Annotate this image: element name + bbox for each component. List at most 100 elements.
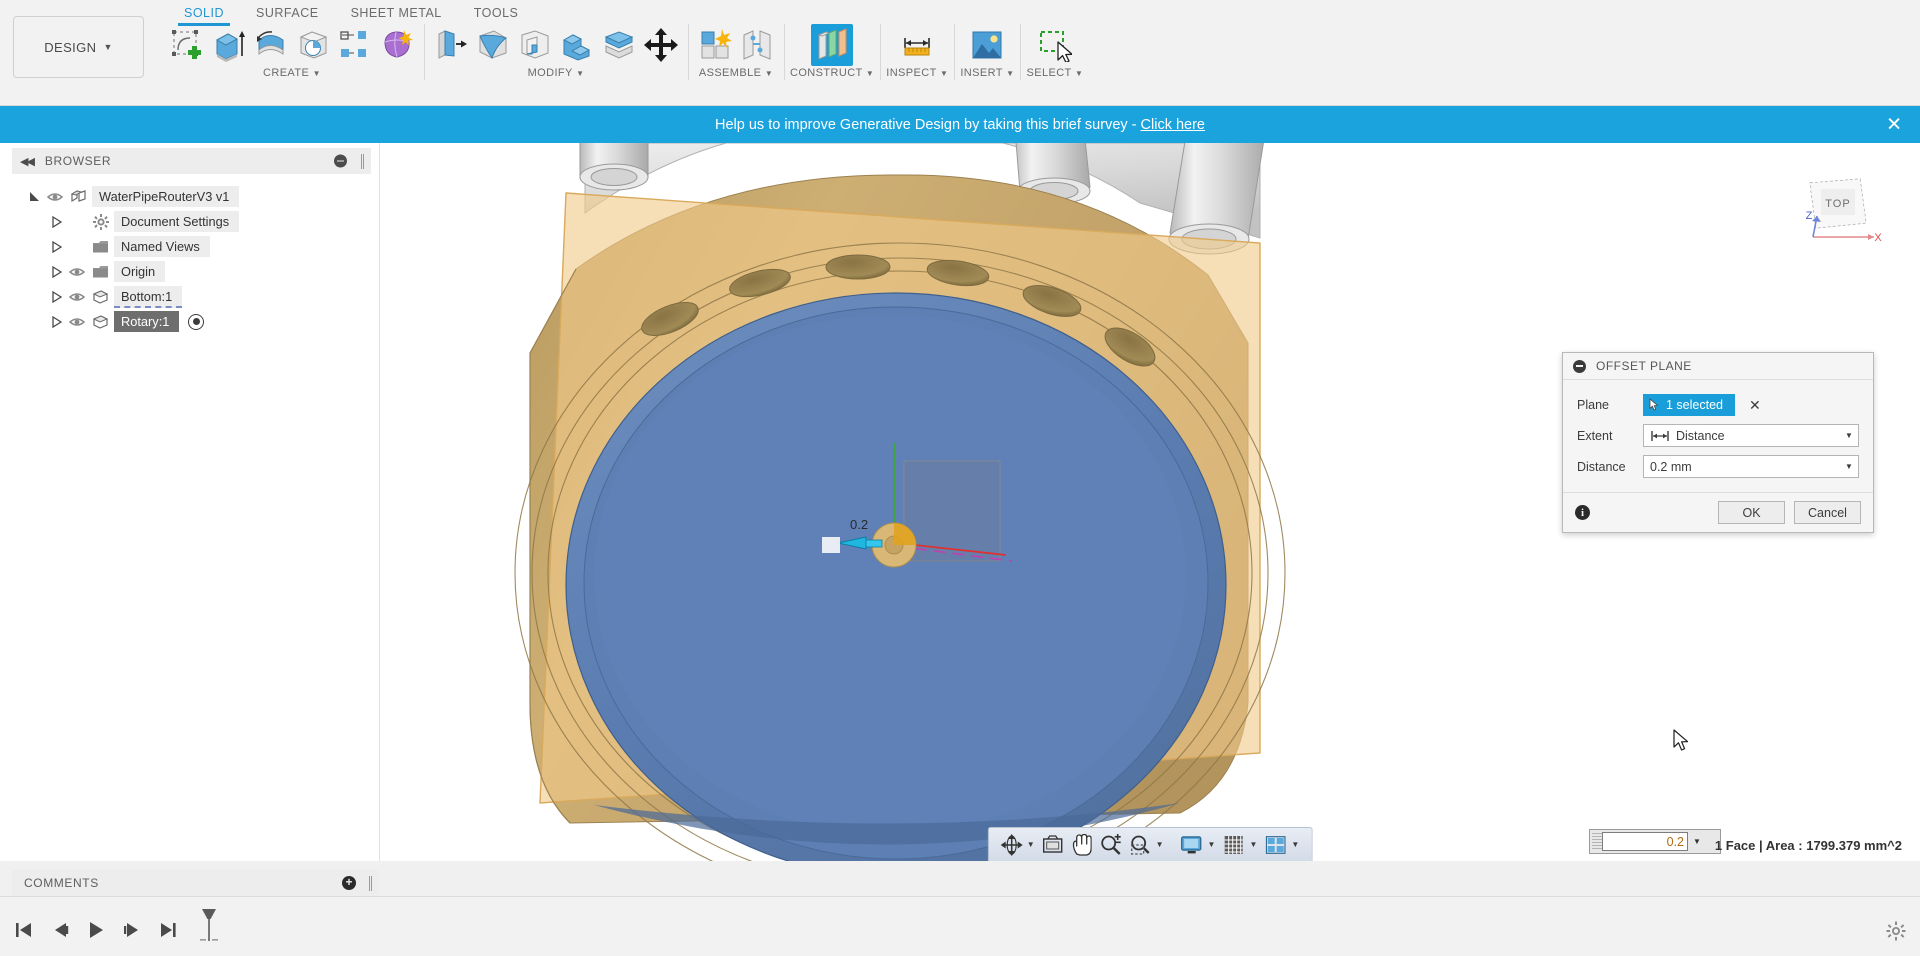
visibility-eye-icon[interactable] [44, 191, 66, 203]
tool-group-label-construct[interactable]: CONSTRUCT ▼ [790, 67, 874, 79]
collapse-icon[interactable]: ◀◀ [20, 155, 35, 168]
expand-arrow-icon[interactable] [48, 240, 66, 253]
extent-dropdown[interactable]: Distance ▼ [1643, 424, 1859, 447]
step-forward-icon[interactable] [116, 914, 148, 946]
shell-icon[interactable] [514, 24, 556, 66]
visibility-eye-icon[interactable] [66, 291, 88, 303]
tool-group-label-insert[interactable]: INSERT ▼ [960, 67, 1014, 79]
press-pull-icon[interactable] [430, 24, 472, 66]
chevron-down-icon: ▼ [865, 69, 875, 78]
go-to-end-icon[interactable] [152, 914, 184, 946]
activate-component-radio[interactable] [188, 313, 205, 330]
new-component-icon[interactable] [694, 24, 736, 66]
tool-group-label-inspect[interactable]: INSPECT ▼ [886, 67, 948, 79]
extrude-icon[interactable] [208, 24, 250, 66]
browser-item-document-settings[interactable]: Document Settings [0, 209, 379, 234]
tool-row [694, 22, 778, 66]
tool-group-label-select[interactable]: SELECT ▼ [1026, 67, 1083, 79]
revolve-icon[interactable] [250, 24, 292, 66]
create-sketch-icon[interactable] [166, 24, 208, 66]
browser-item-label[interactable]: Bottom:1 [114, 285, 183, 308]
distance-input[interactable]: 0.2 mm ▼ [1643, 455, 1859, 478]
inline-distance-input[interactable] [1602, 832, 1688, 851]
zoom-icon[interactable] [1098, 831, 1125, 858]
browser-item-label[interactable]: Rotary:1 [114, 311, 180, 332]
timeline-end-marker[interactable] [198, 907, 220, 952]
step-back-icon[interactable] [44, 914, 76, 946]
close-icon[interactable]: ✕ [1886, 115, 1902, 134]
expand-arrow-icon[interactable] [48, 315, 66, 328]
joint-icon[interactable] [736, 24, 778, 66]
visibility-eye-icon[interactable] [66, 266, 88, 278]
workspace-switcher[interactable]: DESIGN ▼ [13, 16, 144, 78]
offset-plane-icon[interactable] [811, 24, 854, 66]
add-comment-icon[interactable]: + [342, 876, 356, 890]
measure-icon[interactable] [896, 24, 938, 66]
orbit-icon[interactable] [998, 831, 1025, 858]
grid-snaps-icon[interactable] [1220, 831, 1247, 858]
browser-item-label[interactable]: WaterPipeRouterV3 v1 [92, 186, 240, 207]
browser-item-label[interactable]: Origin [114, 261, 166, 282]
offset-plane-dialog: OFFSET PLANE Plane 1 selected ✕ Extent D… [1562, 352, 1874, 533]
chevron-down-icon[interactable]: ▼ [1027, 840, 1038, 849]
tool-group-label-modify[interactable]: MODIFY ▼ [528, 67, 585, 79]
browser-minimize-icon[interactable] [334, 154, 347, 168]
inline-input-grip[interactable] [1592, 833, 1602, 850]
move-copy-icon[interactable] [640, 24, 682, 66]
settings-gear-icon[interactable] [1886, 921, 1906, 946]
survey-link[interactable]: Click here [1141, 117, 1205, 133]
browser-item-label[interactable]: Named Views [114, 236, 210, 257]
browser-item-bottom-1[interactable]: Bottom:1 [0, 284, 379, 309]
chevron-down-icon[interactable]: ▼ [1688, 837, 1706, 846]
navigation-toolbar: ▼ ▼ ▼ ▼ ▼ [987, 827, 1313, 861]
go-to-beginning-icon[interactable] [8, 914, 40, 946]
browser-item-label[interactable]: Document Settings [114, 211, 240, 232]
tool-group-label-assemble[interactable]: ASSEMBLE ▼ [699, 67, 773, 79]
expand-arrow-icon[interactable] [48, 215, 66, 228]
tool-group-label-create[interactable]: CREATE ▼ [263, 67, 321, 79]
rib-icon[interactable] [334, 24, 376, 66]
split-face-icon[interactable] [598, 24, 640, 66]
form-icon[interactable] [376, 24, 418, 66]
select-icon[interactable] [1034, 24, 1076, 66]
chevron-down-icon[interactable]: ▼ [1208, 840, 1219, 849]
info-icon[interactable]: i [1575, 505, 1590, 520]
chevron-down-icon[interactable]: ▼ [1291, 840, 1302, 849]
display-settings-icon[interactable] [1179, 831, 1206, 858]
browser-item-named-views[interactable]: Named Views [0, 234, 379, 259]
view-cube[interactable]: TOP X Z [1790, 165, 1882, 257]
zoom-window-icon[interactable] [1127, 831, 1154, 858]
clear-selection-icon[interactable]: ✕ [1749, 398, 1761, 412]
dialog-collapse-icon[interactable] [1573, 359, 1586, 373]
browser-item-origin[interactable]: Origin [0, 259, 379, 284]
cancel-button[interactable]: Cancel [1794, 501, 1861, 524]
comments-panel[interactable]: COMMENTS + [12, 870, 378, 896]
chevron-down-icon[interactable]: ▼ [1156, 840, 1167, 849]
expand-arrow-icon[interactable] [48, 265, 66, 278]
visibility-eye-icon[interactable] [66, 316, 88, 328]
insert-image-icon[interactable] [966, 24, 1008, 66]
inline-distance-input-container[interactable]: ▼ [1589, 829, 1721, 854]
browser-resize-grip[interactable] [361, 154, 364, 169]
viewports-icon[interactable] [1262, 831, 1289, 858]
chevron-down-icon[interactable]: ▼ [1249, 840, 1260, 849]
expand-arrow-icon[interactable] [26, 191, 44, 203]
plane-selection-chip[interactable]: 1 selected [1643, 393, 1735, 416]
chevron-down-icon[interactable]: ▼ [1840, 462, 1858, 471]
browser-header: ◀◀ BROWSER [12, 148, 371, 174]
ok-button[interactable]: OK [1718, 501, 1785, 524]
tool-row [1034, 22, 1076, 66]
browser-item-waterpiperouterv3-v1[interactable]: WaterPipeRouterV3 v1 [0, 184, 379, 209]
browser-panel: ◀◀ BROWSER WaterPipeRouterV3 v1 Document … [0, 143, 380, 861]
extent-value: Distance [1676, 428, 1725, 443]
comments-resize-grip[interactable] [369, 875, 372, 891]
expand-arrow-icon[interactable] [48, 290, 66, 303]
combine-icon[interactable] [556, 24, 598, 66]
hole-icon[interactable] [292, 24, 334, 66]
browser-item-rotary-1[interactable]: Rotary:1 [0, 309, 379, 334]
fillet-icon[interactable] [472, 24, 514, 66]
look-at-icon[interactable] [1040, 831, 1067, 858]
chevron-down-icon: ▼ [1074, 69, 1084, 78]
pan-icon[interactable] [1069, 831, 1096, 858]
play-icon[interactable] [80, 914, 112, 946]
